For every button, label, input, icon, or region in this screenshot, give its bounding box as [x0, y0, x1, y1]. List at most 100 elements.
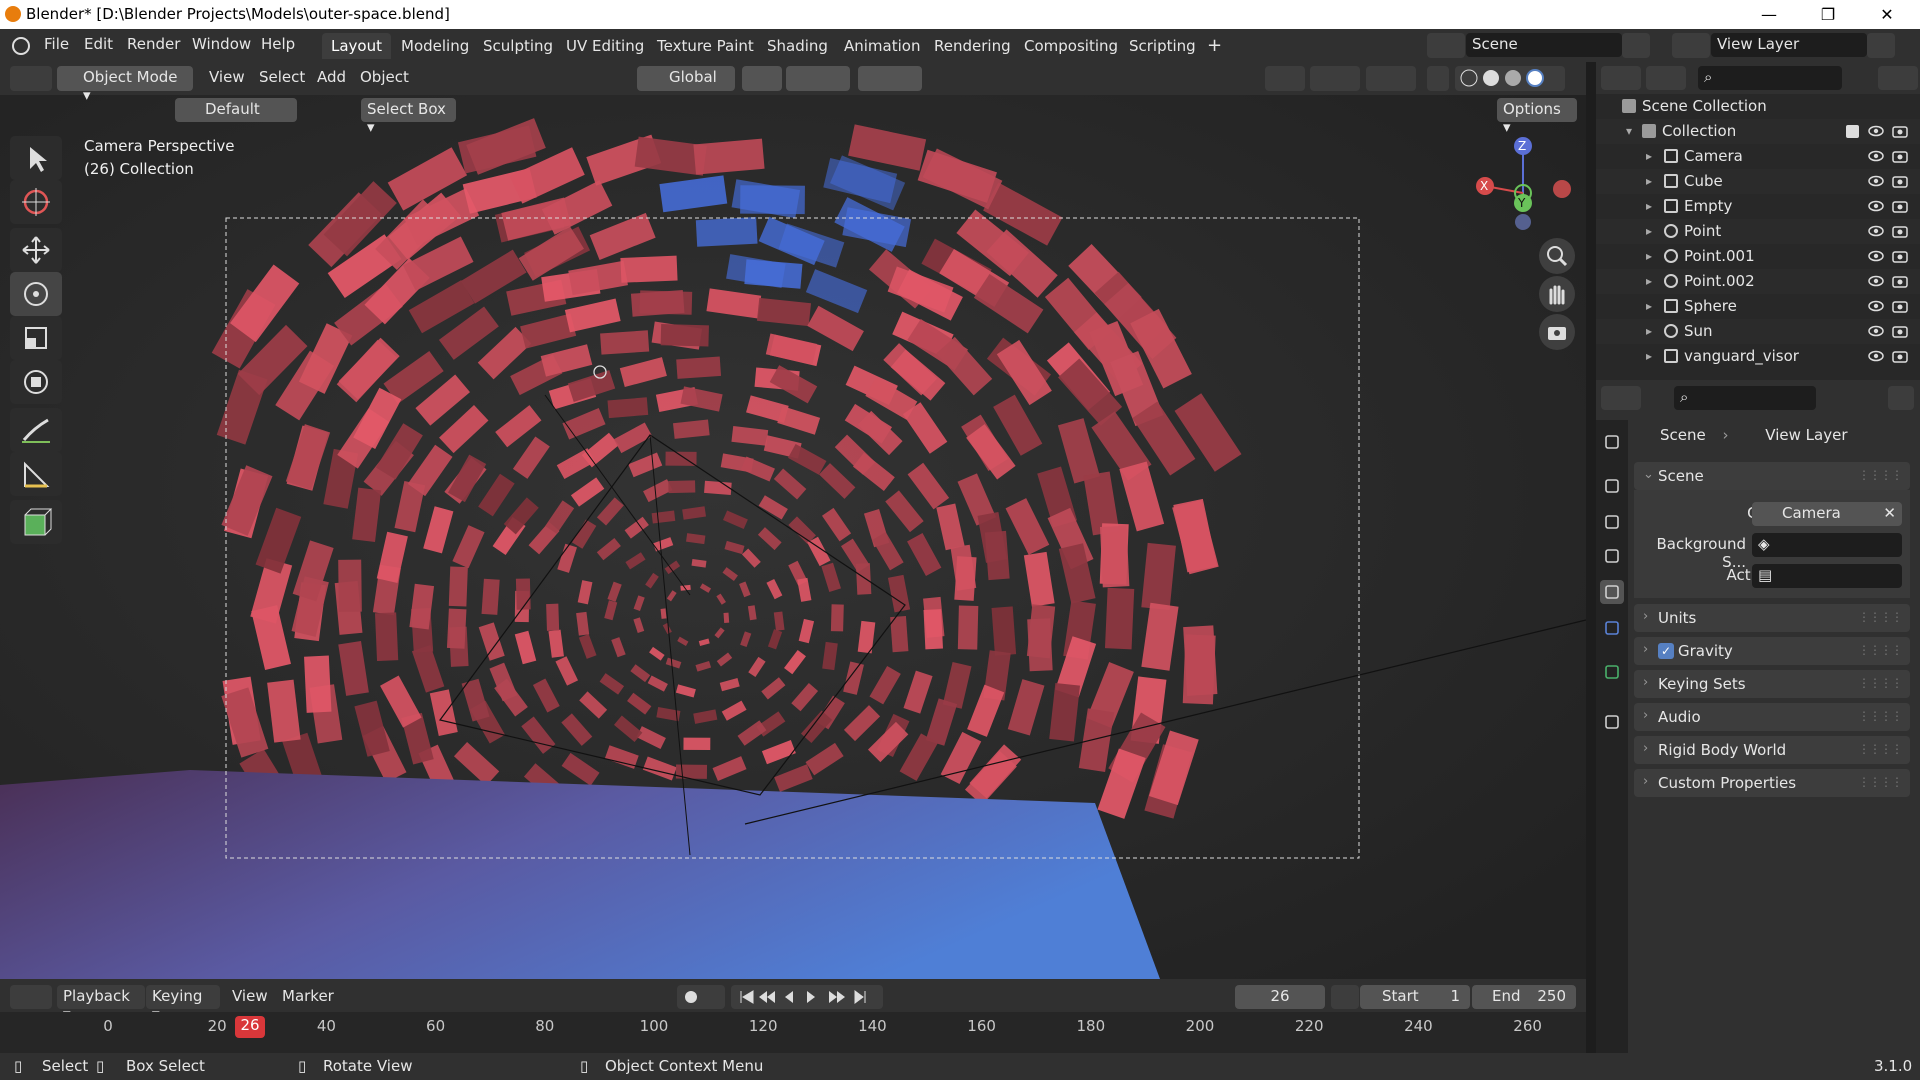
- outliner-item-sphere[interactable]: ▸ Sphere: [1596, 294, 1920, 319]
- tab-compositing[interactable]: Compositing: [1015, 33, 1127, 59]
- eye-icon[interactable]: [1868, 349, 1884, 363]
- end-frame-field[interactable]: End 250: [1472, 985, 1576, 1009]
- render-camera-icon[interactable]: [1892, 274, 1908, 288]
- expand-arrow-icon[interactable]: ▸: [1646, 149, 1652, 163]
- options-dropdown[interactable]: Options ▾: [1497, 98, 1577, 136]
- annotate-tool-button[interactable]: [10, 408, 62, 452]
- new-scene-icon[interactable]: [1622, 33, 1650, 58]
- render-camera-icon[interactable]: [1892, 249, 1908, 263]
- orientation-default-dropdown[interactable]: Default: [175, 98, 297, 122]
- close-window-button[interactable]: ✕: [1864, 2, 1910, 28]
- expand-arrow-icon[interactable]: ▸: [1646, 199, 1652, 213]
- gravity-checkbox[interactable]: ✓: [1658, 643, 1674, 659]
- eye-icon[interactable]: [1868, 249, 1884, 263]
- select-tool-button[interactable]: [10, 136, 62, 180]
- pivot-point-icon[interactable]: [742, 66, 782, 91]
- exclude-checkbox[interactable]: [1846, 125, 1859, 138]
- new-view-layer-icon[interactable]: [1867, 33, 1895, 58]
- tab-animation[interactable]: Animation: [835, 33, 929, 59]
- gizmo-neg-z-icon[interactable]: [1515, 214, 1531, 230]
- tab-sculpting[interactable]: Sculpting: [474, 33, 562, 59]
- proportional-editing-icon[interactable]: [858, 66, 922, 91]
- snapping-icon[interactable]: [786, 66, 850, 91]
- rotate-tool-button[interactable]: [10, 272, 62, 316]
- editor-type-icon[interactable]: [10, 66, 52, 91]
- outliner-item-vanguard-visor[interactable]: ▸ vanguard_visor: [1596, 344, 1920, 369]
- panel-gravity[interactable]: › ✓ Gravity ⋮⋮⋮⋮: [1634, 637, 1910, 665]
- eye-icon[interactable]: [1868, 274, 1884, 288]
- render-tab-icon[interactable]: [1600, 474, 1624, 498]
- outliner-search-input[interactable]: ⌕: [1698, 66, 1842, 90]
- playback-controls[interactable]: [731, 985, 883, 1009]
- tab-shading[interactable]: Shading: [758, 33, 837, 59]
- drag-handle-icon[interactable]: ⋮⋮⋮⋮: [1858, 775, 1903, 789]
- menu-help[interactable]: Help: [261, 35, 295, 53]
- outliner-item-cube[interactable]: ▸ Cube: [1596, 169, 1920, 194]
- expand-arrow-icon[interactable]: ▸: [1646, 174, 1652, 188]
- panel-audio[interactable]: › Audio ⋮⋮⋮⋮: [1634, 703, 1910, 731]
- render-camera-icon[interactable]: [1892, 199, 1908, 213]
- 3d-viewport[interactable]: Camera Perspective (26) Collection Z Y X: [0, 95, 1586, 979]
- outliner-item-point-001[interactable]: ▸ Point.001: [1596, 244, 1920, 269]
- render-camera-icon[interactable]: [1892, 124, 1908, 138]
- drag-handle-icon[interactable]: ⋮⋮⋮⋮: [1858, 742, 1903, 756]
- expand-arrow-icon[interactable]: ▸: [1646, 249, 1652, 263]
- add-cube-tool-button[interactable]: [10, 500, 62, 544]
- mode-dropdown[interactable]: Object Mode ▾: [57, 66, 193, 104]
- expand-arrow-icon[interactable]: ▸: [1646, 324, 1652, 338]
- active-clip-field[interactable]: ▤: [1752, 564, 1902, 588]
- tab-scripting[interactable]: Scripting: [1120, 33, 1205, 59]
- view-layer-selector-icon[interactable]: [1672, 33, 1710, 58]
- add-workspace-button[interactable]: +: [1198, 31, 1231, 57]
- output-tab-icon[interactable]: [1600, 510, 1624, 534]
- eye-icon[interactable]: [1868, 299, 1884, 313]
- drag-handle-icon[interactable]: ⋮⋮⋮⋮: [1858, 709, 1903, 723]
- transform-orientation-dropdown[interactable]: Global: [637, 66, 735, 91]
- outliner-editor-type-icon[interactable]: [1601, 66, 1641, 90]
- clear-camera-icon[interactable]: ✕: [1883, 504, 1896, 522]
- eye-icon[interactable]: [1868, 324, 1884, 338]
- menu-render[interactable]: Render: [127, 35, 180, 53]
- playback-dropdown[interactable]: Playback ▾: [57, 985, 145, 1023]
- viewport-menu-object[interactable]: Object: [360, 68, 409, 86]
- viewport-menu-add[interactable]: Add: [317, 68, 346, 86]
- display-mode-icon[interactable]: [1646, 66, 1686, 90]
- shading-modes-icon[interactable]: [1455, 66, 1565, 91]
- visibility-icon[interactable]: [1265, 66, 1305, 91]
- properties-options-icon[interactable]: [1888, 386, 1914, 410]
- render-camera-icon[interactable]: [1892, 324, 1908, 338]
- tab-uv-editing[interactable]: UV Editing: [557, 33, 653, 59]
- current-frame-field[interactable]: 26: [1235, 985, 1325, 1009]
- expand-arrow-icon[interactable]: ▸: [1646, 299, 1652, 313]
- maximize-button[interactable]: ❐: [1805, 2, 1851, 28]
- playhead[interactable]: 26: [235, 1016, 265, 1038]
- keying-dropdown[interactable]: Keying ▾: [146, 985, 220, 1023]
- outliner-collection[interactable]: ▾ Collection: [1596, 119, 1920, 144]
- eye-icon[interactable]: [1868, 199, 1884, 213]
- timeline-menu-view[interactable]: View: [232, 987, 268, 1005]
- world-tab-icon[interactable]: [1600, 616, 1624, 640]
- outliner-scene-collection[interactable]: Scene Collection: [1596, 94, 1920, 119]
- outliner-item-point-002[interactable]: ▸ Point.002: [1596, 269, 1920, 294]
- render-camera-icon[interactable]: [1892, 149, 1908, 163]
- menu-file[interactable]: File: [44, 35, 69, 53]
- scene-field[interactable]: Scene: [1466, 33, 1622, 57]
- blender-menu-icon[interactable]: [12, 37, 30, 55]
- scene-tab-icon[interactable]: [1600, 580, 1624, 604]
- expand-arrow-icon[interactable]: ▸: [1646, 224, 1652, 238]
- start-frame-field[interactable]: Start 1: [1360, 985, 1470, 1009]
- render-camera-icon[interactable]: [1892, 349, 1908, 363]
- expand-arrow-icon[interactable]: ▸: [1646, 274, 1652, 288]
- tab-layout[interactable]: Layout: [322, 33, 391, 59]
- menu-window[interactable]: Window: [192, 35, 251, 53]
- viewport-menu-select[interactable]: Select: [259, 68, 305, 86]
- xray-toggle-icon[interactable]: [1427, 66, 1449, 91]
- panel-custom-properties[interactable]: › Custom Properties ⋮⋮⋮⋮: [1634, 769, 1910, 797]
- menu-edit[interactable]: Edit: [84, 35, 113, 53]
- pan-view-icon[interactable]: [1539, 276, 1575, 312]
- view-layer-tab-icon[interactable]: [1600, 544, 1624, 568]
- tab-rendering[interactable]: Rendering: [925, 33, 1020, 59]
- cursor-tool-button[interactable]: [10, 180, 62, 224]
- outliner-item-camera[interactable]: ▸ Camera: [1596, 144, 1920, 169]
- drag-handle-icon[interactable]: ⋮⋮⋮⋮: [1858, 468, 1903, 482]
